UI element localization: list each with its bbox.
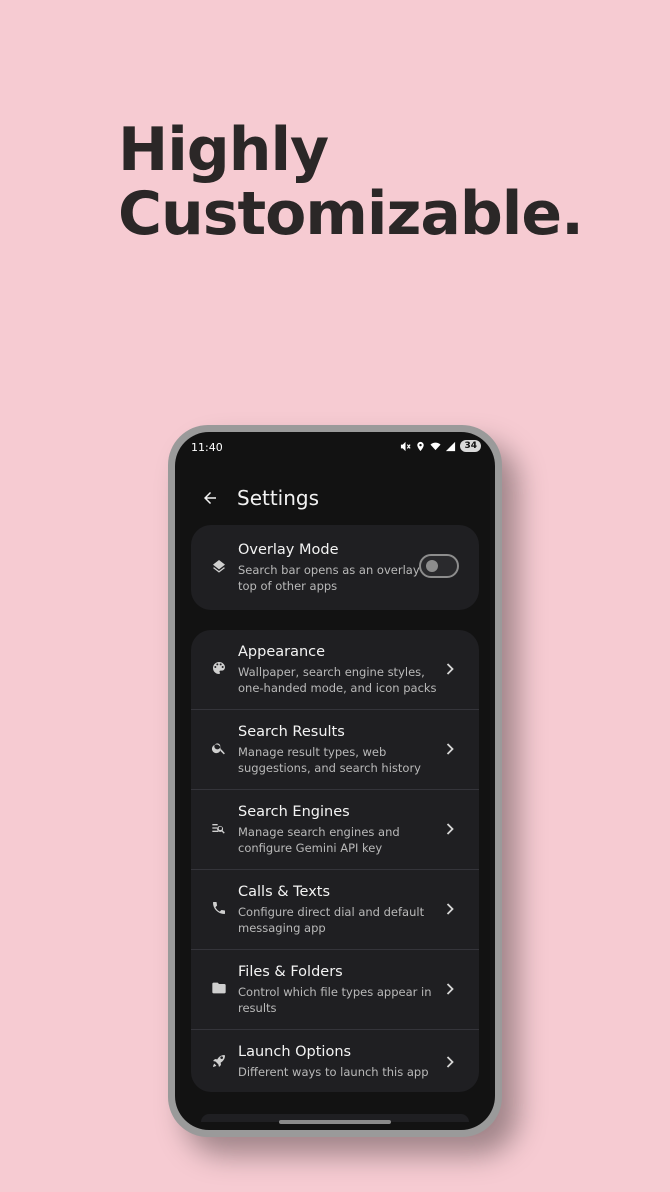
settings-item-title: Files & Folders [238, 964, 343, 980]
home-indicator[interactable] [279, 1120, 391, 1124]
headline-line-1: Highly [118, 115, 329, 185]
settings-item-calls-texts[interactable]: Calls & Texts Configure direct dial and … [191, 870, 479, 950]
toggle-knob [426, 560, 438, 572]
phone-screen: 11:40 34 Settings Overlay Mode Search ba… [175, 432, 495, 1130]
overlay-mode-subtitle: Search bar opens as an overlay on top of… [238, 563, 438, 593]
manage-search-icon [212, 824, 225, 834]
chevron-right-icon [446, 823, 454, 835]
settings-item-files-folders[interactable]: Files & Folders Control which file types… [191, 950, 479, 1030]
palette-icon [213, 662, 225, 674]
wifi-icon [430, 442, 442, 450]
chevron-right-icon [446, 663, 454, 675]
signal-icon [446, 441, 456, 451]
phone-icon [213, 902, 225, 914]
layers-icon [213, 560, 225, 573]
chevron-right-icon [446, 903, 454, 915]
settings-item-subtitle: Wallpaper, search engine styles, one-han… [238, 665, 437, 695]
rocket-icon [213, 1055, 225, 1067]
battery-icon: 34 [460, 440, 481, 452]
settings-item-launch-options[interactable]: Launch Options Different ways to launch … [191, 1030, 479, 1092]
settings-item-subtitle: Manage search engines and configure Gemi… [238, 825, 400, 855]
location-icon [417, 441, 425, 451]
settings-item-subtitle: Configure direct dial and default messag… [238, 905, 425, 935]
settings-item-title: Search Engines [238, 804, 350, 820]
arrow-left-icon[interactable] [201, 489, 219, 507]
chevron-right-icon [446, 1056, 454, 1068]
overlay-mode-card[interactable]: Overlay Mode Search bar opens as an over… [191, 525, 479, 610]
settings-item-title: Calls & Texts [238, 884, 331, 900]
phone-frame: 11:40 34 Settings Overlay Mode Search ba… [168, 425, 502, 1137]
chevron-right-icon [446, 983, 454, 995]
settings-item-subtitle: Manage result types, web suggestions, an… [238, 745, 421, 775]
app-bar: Settings [175, 476, 495, 520]
overlay-mode-title: Overlay Mode [238, 542, 339, 558]
settings-list: Appearance Wallpaper, search engine styl… [191, 630, 479, 1092]
status-bar: 11:40 34 [175, 432, 495, 466]
settings-item-title: Search Results [238, 724, 345, 740]
settings-item-title: Appearance [238, 644, 326, 660]
search-icon [211, 743, 225, 755]
settings-item-search-engines[interactable]: Search Engines Manage search engines and… [191, 790, 479, 870]
settings-item-title: Launch Options [238, 1044, 352, 1060]
settings-item-subtitle: Different ways to launch this app [238, 1065, 429, 1079]
settings-item-search-results[interactable]: Search Results Manage result types, web … [191, 710, 479, 790]
status-time: 11:40 [191, 441, 223, 454]
status-icons: 34 [400, 440, 481, 452]
folder-icon [212, 982, 226, 994]
settings-item-subtitle: Control which file types appear in resul… [238, 985, 432, 1015]
chevron-right-icon [446, 743, 454, 755]
settings-item-appearance[interactable]: Appearance Wallpaper, search engine styl… [191, 630, 479, 710]
page-title: Settings [237, 486, 320, 510]
headline-line-2: Customizable. [118, 179, 584, 249]
headline: Highly Customizable. [118, 115, 584, 249]
overlay-mode-toggle[interactable] [419, 554, 459, 578]
mute-icon [401, 441, 412, 451]
